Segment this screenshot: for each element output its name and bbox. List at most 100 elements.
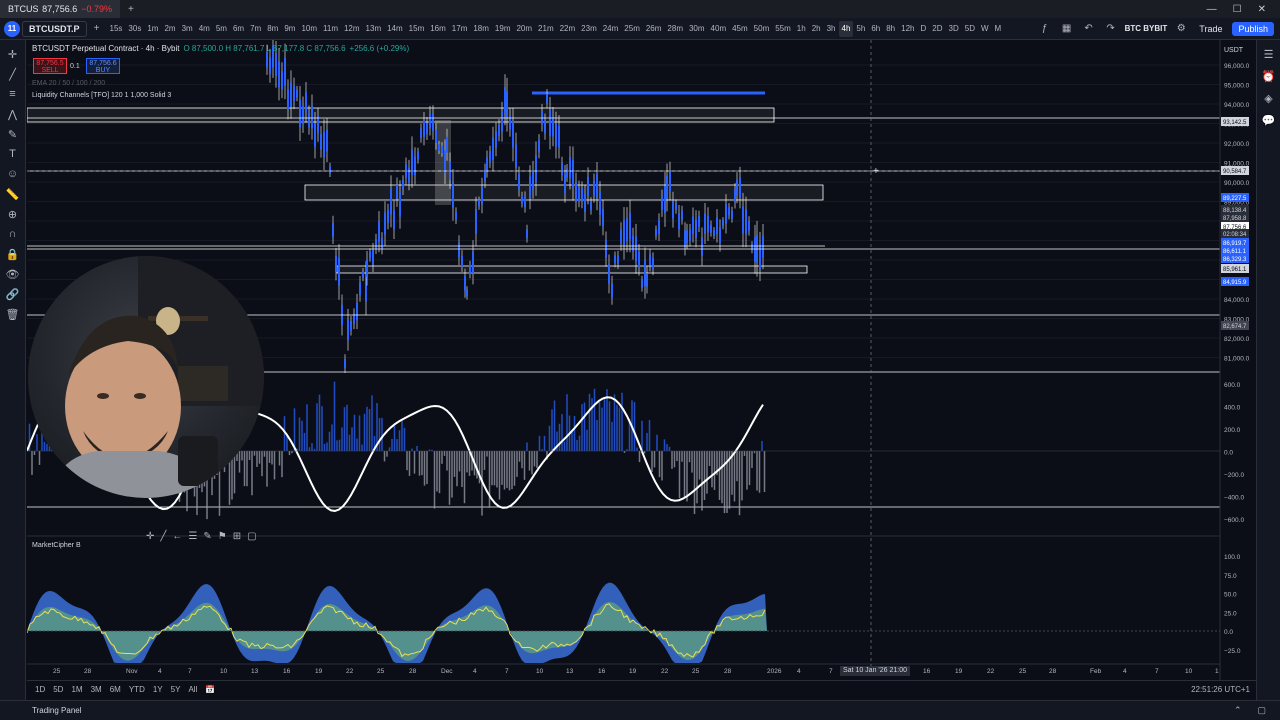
emoji-icon[interactable]: ☺: [4, 166, 22, 182]
timeframe-8h[interactable]: 8h: [883, 21, 898, 37]
timeframe-7m[interactable]: 7m: [247, 21, 264, 37]
redo-icon[interactable]: ↷: [1103, 21, 1119, 37]
timeframe-40m[interactable]: 40m: [708, 21, 730, 37]
timeframe-17m[interactable]: 17m: [449, 21, 471, 37]
settings-icon[interactable]: ⚙: [1173, 21, 1189, 37]
text-icon[interactable]: T: [4, 146, 22, 162]
buy-button[interactable]: 87,756.6 BUY: [86, 58, 120, 74]
timeframe-10m[interactable]: 10m: [298, 21, 320, 37]
timeframe-9m[interactable]: 9m: [281, 21, 298, 37]
timeframe-18m[interactable]: 18m: [470, 21, 492, 37]
undo-icon[interactable]: ↶: [1081, 21, 1097, 37]
arrow-icon[interactable]: ←: [172, 531, 182, 542]
range-1D[interactable]: 1D: [35, 685, 45, 694]
timeframe-11m[interactable]: 11m: [320, 21, 341, 37]
line-icon[interactable]: ╱: [160, 531, 166, 542]
pen-icon[interactable]: ✎: [203, 531, 211, 542]
maximize-button[interactable]: ☐: [1233, 4, 1242, 15]
timeframe-6m[interactable]: 6m: [230, 21, 247, 37]
timeframe-13m[interactable]: 13m: [363, 21, 385, 37]
symbol-search[interactable]: BTCUSDT.P: [22, 20, 87, 37]
browser-tab[interactable]: BTCUSDT.P 87,756.6 −0.79%: [0, 0, 120, 18]
timeframe-M[interactable]: M: [992, 21, 1005, 37]
trade-button[interactable]: Trade: [1195, 24, 1226, 34]
link-icon[interactable]: 🔗: [4, 286, 22, 302]
ema-indicator-label[interactable]: EMA 20 / 50 / 100 / 200: [32, 80, 105, 87]
indicators-icon[interactable]: ƒ: [1037, 21, 1053, 37]
timeframe-21m[interactable]: 21m: [535, 21, 557, 37]
magnet-icon[interactable]: ∩: [4, 226, 22, 242]
range-1Y[interactable]: 1Y: [153, 685, 163, 694]
timeframe-14m[interactable]: 14m: [384, 21, 406, 37]
chat-icon[interactable]: 💬: [1260, 112, 1278, 128]
channel-icon[interactable]: ☰: [188, 531, 197, 542]
timeframe-55m[interactable]: 55m: [772, 21, 794, 37]
layers-icon[interactable]: ◈: [1260, 90, 1278, 106]
timeframe-30m[interactable]: 30m: [686, 21, 708, 37]
range-YTD[interactable]: YTD: [129, 685, 145, 694]
range-5Y[interactable]: 5Y: [171, 685, 181, 694]
brush-icon[interactable]: ✎: [4, 126, 22, 142]
liquidity-indicator-label[interactable]: Liquidity Channels [TFO] 120 1 1,000 Sol…: [32, 92, 171, 99]
timeframe-15s[interactable]: 15s: [107, 21, 126, 37]
timeframe-1m[interactable]: 1m: [144, 21, 161, 37]
timeframe-3m[interactable]: 3m: [179, 21, 196, 37]
timeframe-23m[interactable]: 23m: [578, 21, 600, 37]
flag-icon[interactable]: ⚑: [218, 531, 227, 542]
eye-icon[interactable]: 👁: [4, 266, 22, 282]
profile-avatar[interactable]: 11: [4, 20, 20, 37]
pattern-icon[interactable]: ⋀: [4, 106, 22, 122]
watchlist-icon[interactable]: ☰: [1260, 46, 1278, 62]
exchange-label[interactable]: BTC BYBIT: [1125, 24, 1168, 33]
legend-symbol[interactable]: BTCUSDT Perpetual Contract · 4h · Bybit: [32, 44, 179, 53]
timeframe-5m[interactable]: 5m: [213, 21, 230, 37]
close-button[interactable]: ✕: [1258, 4, 1266, 15]
timeframe-3h[interactable]: 3h: [824, 21, 839, 37]
crosshair-icon[interactable]: ✛: [4, 46, 22, 62]
alerts-icon[interactable]: ⏰: [1260, 68, 1278, 84]
timeframe-12m[interactable]: 12m: [341, 21, 363, 37]
timeframe-22m[interactable]: 22m: [557, 21, 579, 37]
maximize-panel-icon[interactable]: ▢: [1257, 705, 1266, 716]
new-tab-button[interactable]: +: [120, 4, 142, 15]
timeframe-5h[interactable]: 5h: [853, 21, 868, 37]
publish-button[interactable]: Publish: [1232, 21, 1274, 36]
timeframe-15m[interactable]: 15m: [406, 21, 428, 37]
timeframe-20m[interactable]: 20m: [513, 21, 535, 37]
timeframe-24m[interactable]: 24m: [600, 21, 622, 37]
timeframe-2D[interactable]: 2D: [929, 21, 945, 37]
ruler-icon[interactable]: 📏: [4, 186, 22, 202]
timeframe-4m[interactable]: 4m: [196, 21, 213, 37]
timeframe-3D[interactable]: 3D: [946, 21, 962, 37]
zoom-icon[interactable]: ⊕: [4, 206, 22, 222]
timeframe-W[interactable]: W: [978, 21, 992, 37]
sell-button[interactable]: 87,756.5 SELL: [33, 58, 67, 74]
range-All[interactable]: All: [188, 685, 197, 694]
timeframe-8m[interactable]: 8m: [264, 21, 281, 37]
timeframe-16m[interactable]: 16m: [427, 21, 449, 37]
timeframe-28m[interactable]: 28m: [664, 21, 686, 37]
minimize-button[interactable]: —: [1207, 4, 1217, 15]
trendline-icon[interactable]: ╱: [4, 66, 22, 82]
calendar-icon[interactable]: 📅: [205, 685, 215, 694]
timeframe-45m[interactable]: 45m: [729, 21, 751, 37]
timeframe-26m[interactable]: 26m: [643, 21, 665, 37]
timeframe-6h[interactable]: 6h: [868, 21, 883, 37]
range-3M[interactable]: 3M: [91, 685, 102, 694]
marketcipher-label[interactable]: MarketCipher B: [32, 542, 81, 549]
clock[interactable]: 22:51:26 UTC+1: [1191, 685, 1256, 694]
range-1M[interactable]: 1M: [71, 685, 82, 694]
collapse-icon[interactable]: ⌃: [1234, 705, 1242, 716]
timeframe-2h[interactable]: 2h: [809, 21, 824, 37]
timeframe-2m[interactable]: 2m: [161, 21, 178, 37]
move-icon[interactable]: ✛: [146, 531, 154, 542]
timeframe-12h[interactable]: 12h: [898, 21, 917, 37]
range-6M[interactable]: 6M: [110, 685, 121, 694]
timeframe-D[interactable]: D: [918, 21, 930, 37]
timeframe-50m[interactable]: 50m: [751, 21, 773, 37]
square-icon[interactable]: ▢: [247, 531, 256, 542]
add-symbol-icon[interactable]: +: [89, 21, 105, 37]
trash-icon[interactable]: 🗑: [4, 306, 22, 322]
timeframe-5D[interactable]: 5D: [962, 21, 978, 37]
timeframe-4h[interactable]: 4h: [838, 20, 854, 37]
